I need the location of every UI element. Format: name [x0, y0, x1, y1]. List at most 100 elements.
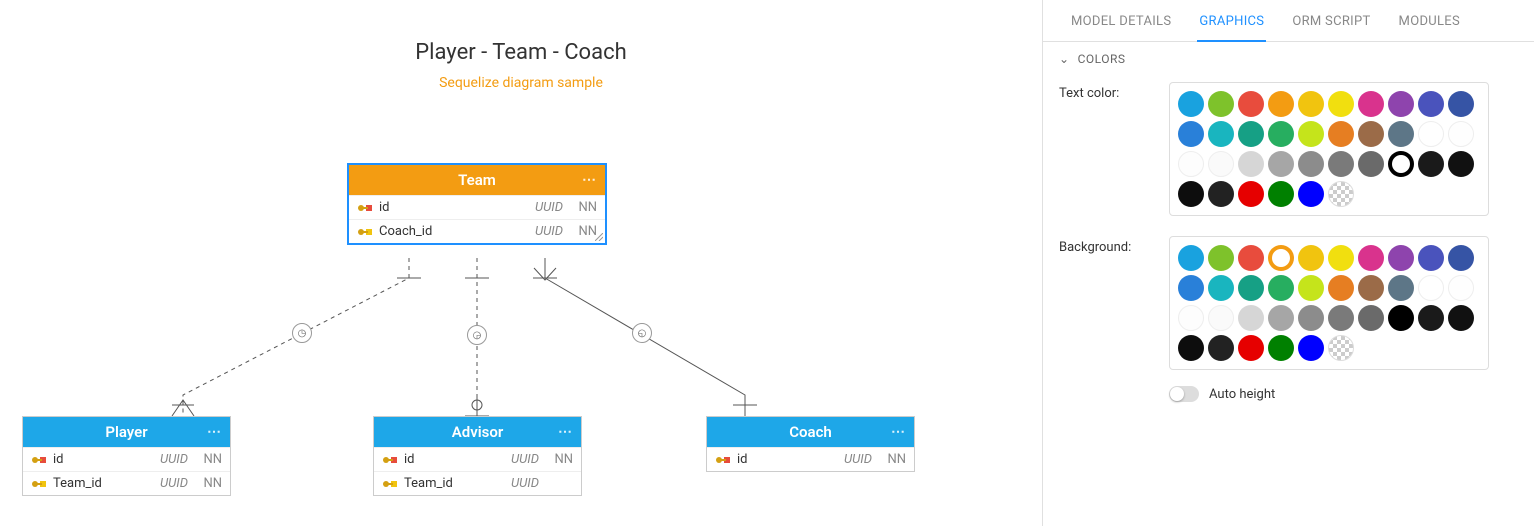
- color-swatch[interactable]: [1268, 275, 1294, 301]
- color-swatch[interactable]: [1238, 151, 1264, 177]
- color-swatch[interactable]: [1358, 91, 1384, 117]
- section-colors-header[interactable]: ⌄ COLORS: [1043, 42, 1534, 76]
- color-swatch[interactable]: [1238, 121, 1264, 147]
- color-swatch[interactable]: [1178, 305, 1204, 331]
- color-swatch[interactable]: [1208, 91, 1234, 117]
- color-swatch[interactable]: [1328, 335, 1354, 361]
- color-swatch[interactable]: [1328, 305, 1354, 331]
- entity-advisor[interactable]: Advisor ⋯ id UUID NN Team_id UUID: [373, 416, 582, 496]
- entity-menu-icon[interactable]: ⋯: [207, 424, 222, 440]
- entity-menu-icon[interactable]: ⋯: [891, 424, 906, 440]
- color-swatch[interactable]: [1328, 121, 1354, 147]
- column-type: UUID: [535, 200, 563, 215]
- diagram-canvas[interactable]: Player - Team - Coach Sequelize diagram …: [0, 0, 1042, 526]
- color-swatch[interactable]: [1238, 181, 1264, 207]
- color-swatch[interactable]: [1208, 335, 1234, 361]
- color-swatch[interactable]: [1448, 305, 1474, 331]
- color-swatch[interactable]: [1388, 91, 1414, 117]
- color-swatch[interactable]: [1418, 151, 1444, 177]
- color-swatch[interactable]: [1418, 245, 1444, 271]
- color-swatch[interactable]: [1178, 121, 1204, 147]
- color-swatch[interactable]: [1298, 275, 1324, 301]
- color-swatch[interactable]: [1328, 275, 1354, 301]
- entity-column-row[interactable]: Team_id UUID: [374, 471, 581, 495]
- resize-handle-icon[interactable]: [595, 233, 603, 241]
- entity-menu-icon[interactable]: ⋯: [582, 172, 597, 188]
- color-swatch[interactable]: [1328, 91, 1354, 117]
- auto-height-toggle[interactable]: [1169, 386, 1199, 402]
- entity-column-row[interactable]: id UUID NN: [707, 447, 914, 471]
- color-swatch[interactable]: [1298, 121, 1324, 147]
- color-swatch[interactable]: [1238, 245, 1264, 271]
- color-swatch[interactable]: [1208, 151, 1234, 177]
- color-swatch[interactable]: [1448, 91, 1474, 117]
- color-swatch[interactable]: [1208, 305, 1234, 331]
- entity-header[interactable]: Team ⋯: [349, 165, 605, 195]
- color-swatch[interactable]: [1388, 305, 1414, 331]
- entity-column-row[interactable]: id UUID NN: [374, 447, 581, 471]
- color-swatch[interactable]: [1178, 335, 1204, 361]
- entity-column-row[interactable]: Team_id UUID NN: [23, 471, 230, 495]
- color-swatch[interactable]: [1388, 275, 1414, 301]
- color-swatch[interactable]: [1298, 335, 1324, 361]
- color-swatch[interactable]: [1178, 151, 1204, 177]
- color-swatch[interactable]: [1178, 91, 1204, 117]
- entity-column-row[interactable]: Coach_id UUID NN: [349, 219, 605, 243]
- color-swatch[interactable]: [1448, 151, 1474, 177]
- entity-player[interactable]: Player ⋯ id UUID NN Team_id UUID NN: [22, 416, 231, 496]
- color-swatch[interactable]: [1268, 91, 1294, 117]
- color-swatch[interactable]: [1448, 245, 1474, 271]
- entity-column-row[interactable]: id UUID NN: [349, 195, 605, 219]
- color-swatch[interactable]: [1328, 181, 1354, 207]
- color-swatch[interactable]: [1238, 91, 1264, 117]
- color-swatch[interactable]: [1358, 245, 1384, 271]
- color-swatch[interactable]: [1268, 245, 1294, 271]
- color-swatch[interactable]: [1388, 121, 1414, 147]
- entity-header[interactable]: Player ⋯: [23, 417, 230, 447]
- tab-model-details[interactable]: MODEL DETAILS: [1057, 0, 1185, 41]
- entity-header[interactable]: Coach ⋯: [707, 417, 914, 447]
- color-swatch[interactable]: [1358, 305, 1384, 331]
- color-swatch[interactable]: [1328, 151, 1354, 177]
- color-swatch[interactable]: [1358, 121, 1384, 147]
- color-swatch[interactable]: [1238, 305, 1264, 331]
- color-swatch[interactable]: [1208, 121, 1234, 147]
- color-swatch[interactable]: [1268, 181, 1294, 207]
- color-swatch[interactable]: [1238, 335, 1264, 361]
- color-swatch[interactable]: [1268, 305, 1294, 331]
- color-swatch[interactable]: [1208, 245, 1234, 271]
- color-swatch[interactable]: [1388, 245, 1414, 271]
- color-swatch[interactable]: [1298, 181, 1324, 207]
- color-swatch[interactable]: [1238, 275, 1264, 301]
- color-swatch[interactable]: [1178, 181, 1204, 207]
- color-swatch[interactable]: [1268, 151, 1294, 177]
- color-swatch[interactable]: [1418, 121, 1444, 147]
- color-swatch[interactable]: [1448, 275, 1474, 301]
- tab-modules[interactable]: MODULES: [1385, 0, 1474, 41]
- color-swatch[interactable]: [1298, 305, 1324, 331]
- color-swatch[interactable]: [1448, 121, 1474, 147]
- color-swatch[interactable]: [1418, 91, 1444, 117]
- color-swatch[interactable]: [1358, 151, 1384, 177]
- entity-menu-icon[interactable]: ⋯: [558, 424, 573, 440]
- color-swatch[interactable]: [1268, 121, 1294, 147]
- color-swatch[interactable]: [1208, 181, 1234, 207]
- tab-graphics[interactable]: GRAPHICS: [1185, 0, 1278, 41]
- tab-orm-script[interactable]: ORM SCRIPT: [1278, 0, 1384, 41]
- entity-coach[interactable]: Coach ⋯ id UUID NN: [706, 416, 915, 472]
- color-swatch[interactable]: [1328, 245, 1354, 271]
- color-swatch[interactable]: [1268, 335, 1294, 361]
- color-swatch[interactable]: [1178, 245, 1204, 271]
- entity-header[interactable]: Advisor ⋯: [374, 417, 581, 447]
- color-swatch[interactable]: [1418, 275, 1444, 301]
- color-swatch[interactable]: [1298, 245, 1324, 271]
- color-swatch[interactable]: [1388, 151, 1414, 177]
- color-swatch[interactable]: [1208, 275, 1234, 301]
- color-swatch[interactable]: [1298, 91, 1324, 117]
- color-swatch[interactable]: [1298, 151, 1324, 177]
- color-swatch[interactable]: [1418, 305, 1444, 331]
- color-swatch[interactable]: [1358, 275, 1384, 301]
- entity-column-row[interactable]: id UUID NN: [23, 447, 230, 471]
- entity-team[interactable]: Team ⋯ id UUID NN Coach_id UUID NN: [347, 163, 607, 245]
- color-swatch[interactable]: [1178, 275, 1204, 301]
